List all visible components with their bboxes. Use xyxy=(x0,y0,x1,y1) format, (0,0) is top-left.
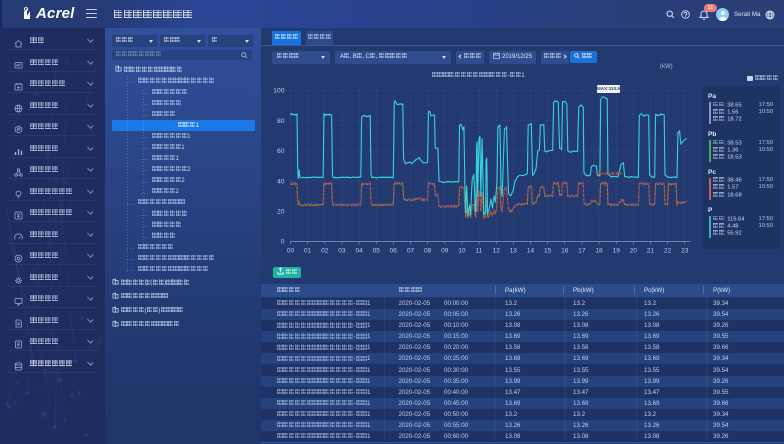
svg-text:13: 13 xyxy=(510,248,518,255)
svg-text:00: 00 xyxy=(287,248,295,255)
svg-text:10: 10 xyxy=(458,248,466,255)
svg-text:21: 21 xyxy=(647,248,655,255)
svg-text:80: 80 xyxy=(277,118,285,125)
svg-text:15: 15 xyxy=(544,248,552,255)
svg-text:04: 04 xyxy=(355,248,363,255)
svg-text:07: 07 xyxy=(407,248,415,255)
svg-text:14: 14 xyxy=(527,248,535,255)
svg-text:20: 20 xyxy=(277,209,285,216)
svg-text:16: 16 xyxy=(561,248,569,255)
svg-text:02: 02 xyxy=(321,248,329,255)
svg-text:11: 11 xyxy=(476,248,483,255)
svg-text:19: 19 xyxy=(613,248,621,255)
svg-text:06: 06 xyxy=(390,248,398,255)
svg-text:23: 23 xyxy=(681,248,689,255)
svg-text:18: 18 xyxy=(595,248,603,255)
svg-text:08: 08 xyxy=(424,248,432,255)
svg-text:12: 12 xyxy=(493,248,501,255)
svg-text:17: 17 xyxy=(578,248,586,255)
svg-text:20: 20 xyxy=(630,248,638,255)
svg-text:01: 01 xyxy=(304,248,312,255)
svg-text:60: 60 xyxy=(277,148,285,155)
svg-text:0: 0 xyxy=(281,239,285,246)
svg-text:100: 100 xyxy=(273,88,285,95)
svg-text:03: 03 xyxy=(338,248,346,255)
svg-text:40: 40 xyxy=(277,178,285,185)
svg-text:05: 05 xyxy=(373,248,381,255)
svg-text:22: 22 xyxy=(664,248,672,255)
svg-text:09: 09 xyxy=(441,248,449,255)
